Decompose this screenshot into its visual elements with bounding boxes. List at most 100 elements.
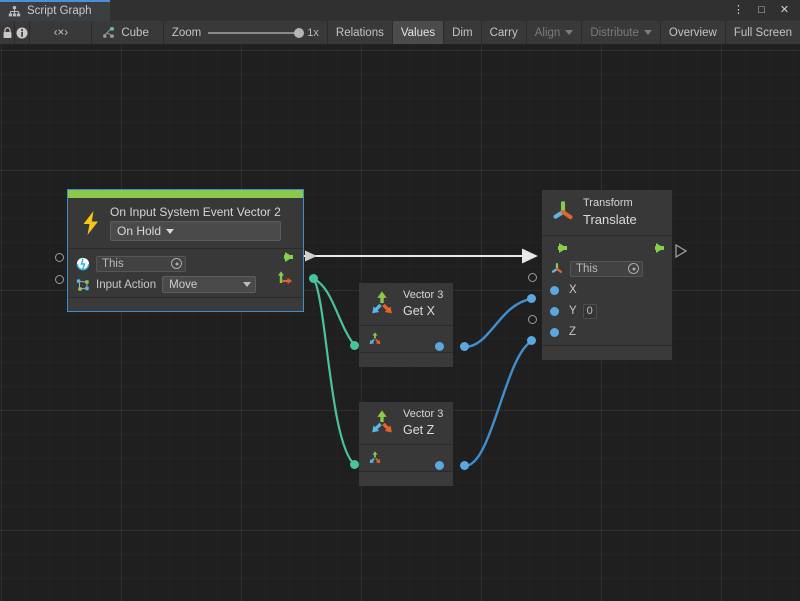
event-trigger-label: On Hold [117, 224, 161, 238]
port-z-in-icon[interactable] [550, 328, 559, 337]
toolbar-button-relations[interactable]: Relations [328, 21, 393, 44]
vector-output-arrow[interactable] [276, 270, 294, 291]
vector3-axes-icon [367, 408, 397, 438]
toolbar-button-distribute-label: Distribute [590, 27, 639, 39]
node-footer [68, 297, 303, 311]
more-options-icon[interactable]: ⋮ [732, 4, 745, 17]
zoom-control[interactable]: Zoom 1x [164, 21, 328, 44]
node-header: Vector 3 Get Z [359, 402, 453, 445]
connection-vector-event-to-getx [314, 279, 355, 346]
edge-dot-getx-vector-in[interactable] [350, 341, 359, 350]
edge-dot-event-vector-out[interactable] [309, 274, 318, 283]
getz-port-float-out-inner[interactable] [435, 461, 444, 470]
toolbar-button-values[interactable]: Values [393, 21, 444, 44]
input-action-label: Input Action [96, 279, 156, 291]
target-object-field[interactable]: This [96, 256, 186, 272]
node-vector3-get-x[interactable]: Vector 3 Get X [359, 283, 453, 367]
graph-node-icon [102, 26, 115, 39]
toolbar-button-align-label: Align [535, 27, 561, 39]
edge-dot-getz-float-out[interactable] [460, 461, 469, 470]
vector3-axes-small-icon [367, 331, 383, 347]
target-object-value: This [102, 258, 124, 270]
vector-out-icon [276, 270, 294, 286]
flow-input-arrow-icon[interactable] [559, 243, 567, 253]
toolbar-button-dim[interactable]: Dim [444, 21, 481, 44]
graph-canvas[interactable]: On Input System Event Vector 2 On Hold [0, 45, 800, 601]
input-action-dropdown[interactable]: Move [162, 276, 256, 293]
edge-dot-getz-vector-in[interactable] [350, 460, 359, 469]
node-subtitle: Translate [583, 212, 637, 228]
script-graph-window: Script Graph ⋮ □ ✕ [0, 0, 800, 601]
chevron-down-icon [166, 229, 174, 234]
row-target-transform: This [542, 258, 672, 280]
event-port-object-in[interactable] [55, 253, 64, 262]
zoom-value: 1x [307, 27, 319, 39]
transform-axes-icon [550, 199, 576, 225]
info-button[interactable] [15, 21, 30, 44]
row-axis-z: Z [542, 322, 672, 343]
node-vector3-get-z[interactable]: Vector 3 Get Z [359, 402, 453, 486]
node-body: This Input Action [68, 249, 303, 297]
input-action-icon [76, 278, 90, 292]
close-icon[interactable]: ✕ [778, 4, 791, 17]
node-header: On Input System Event Vector 2 On Hold [68, 198, 303, 249]
tab-script-graph[interactable]: Script Graph [0, 0, 110, 21]
flow-arrow-icon [285, 252, 293, 262]
transform-target-value: This [576, 263, 598, 275]
node-header-text: Vector 3 Get Z [403, 408, 443, 438]
object-picker-icon[interactable] [171, 258, 182, 269]
port-y-in-icon[interactable] [550, 307, 559, 316]
zoom-slider-handle[interactable] [294, 28, 304, 38]
graph-icon [8, 5, 21, 18]
lock-icon [2, 27, 13, 39]
object-picker-icon[interactable] [628, 263, 639, 274]
node-transform-translate[interactable]: Transform Translate [542, 190, 672, 360]
target-object-icon [76, 257, 90, 271]
getx-port-float-out-inner[interactable] [435, 342, 444, 351]
vector3-axes-icon [367, 289, 397, 319]
node-accent-bar [68, 190, 303, 198]
connection-float-getz-to-z [465, 341, 532, 466]
edge-dot-getx-float-out[interactable] [460, 342, 469, 351]
vector3-axes-small-icon [367, 450, 383, 466]
translate-port-transform-in[interactable] [528, 273, 537, 282]
flow-output-arrow[interactable] [276, 252, 293, 262]
node-header-text: On Input System Event Vector 2 On Hold [110, 205, 281, 241]
graph-owner-object[interactable]: Cube [92, 21, 164, 44]
row-axis-x: X [542, 280, 672, 301]
axis-y-value-field[interactable]: 0 [583, 304, 597, 319]
port-x-in-icon[interactable] [550, 286, 559, 295]
node-footer [542, 345, 672, 360]
toolbar-button-full-screen[interactable]: Full Screen [726, 21, 800, 44]
input-action-value: Move [169, 279, 197, 291]
zoom-slider[interactable] [208, 32, 300, 34]
event-trigger-dropdown[interactable]: On Hold [110, 221, 281, 241]
translate-port-y-in[interactable] [528, 315, 537, 324]
toolbar-button-align[interactable]: Align [527, 21, 583, 44]
toolbar-button-overview[interactable]: Overview [661, 21, 726, 44]
node-subtitle: Get Z [403, 423, 443, 438]
zoom-label: Zoom [172, 27, 201, 39]
graph-toolbar: ‹×› Cube Zoom 1x Relations Values Dim [0, 21, 800, 45]
flow-output-arrow-icon[interactable] [656, 243, 664, 253]
chevron-down-icon [565, 30, 573, 35]
node-body: This X Y 0 Z [542, 236, 672, 345]
node-title: Transform [583, 197, 637, 210]
row-axis-y: Y 0 [542, 301, 672, 322]
lock-button[interactable] [0, 21, 15, 44]
edge-dot-translate-z-in[interactable] [527, 336, 536, 345]
row-input-action: Input Action Move [68, 274, 303, 295]
toolbar-button-distribute[interactable]: Distribute [582, 21, 661, 44]
tab-label: Script Graph [27, 6, 92, 18]
transform-target-field[interactable]: This [570, 261, 643, 277]
axis-z-label: Z [569, 326, 576, 338]
toolbar-button-carry[interactable]: Carry [482, 21, 527, 44]
chevron-down-icon [644, 30, 652, 35]
node-subtitle: Get X [403, 304, 443, 319]
node-on-input-system-event-vector-2[interactable]: On Input System Event Vector 2 On Hold [67, 189, 304, 312]
maximize-icon[interactable]: □ [755, 4, 768, 17]
event-port-action-in[interactable] [55, 275, 64, 284]
code-view-button[interactable]: ‹×› [30, 21, 92, 44]
info-icon [16, 27, 28, 39]
edge-dot-translate-x-in[interactable] [527, 294, 536, 303]
